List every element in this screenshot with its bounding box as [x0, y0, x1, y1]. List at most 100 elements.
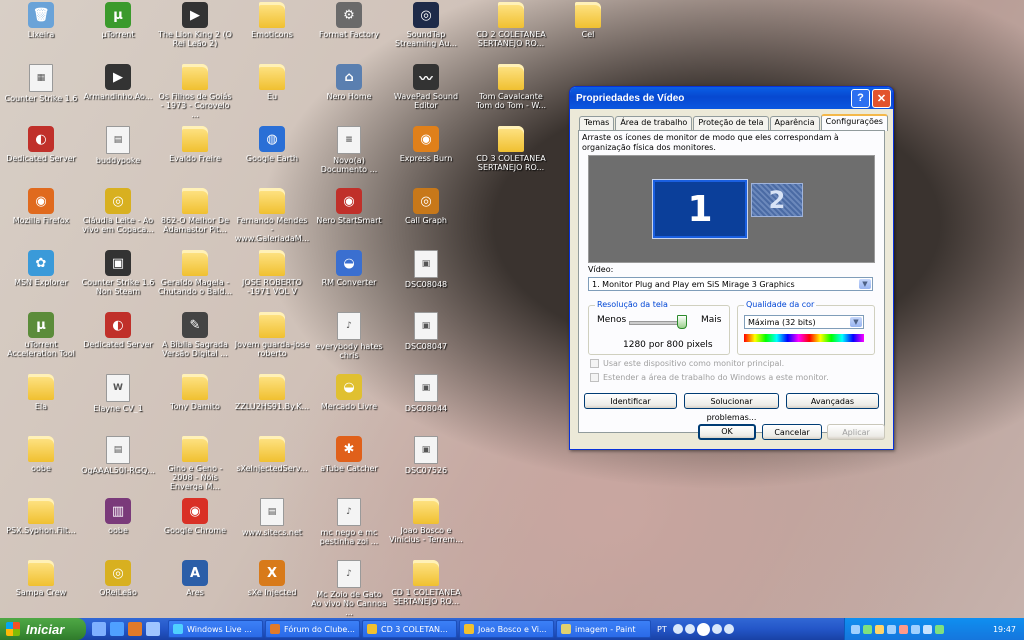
desktop-icon[interactable]: ◎ OReiLeão — [80, 560, 156, 597]
taskbar-button-paint[interactable]: imagem - Paint — [556, 620, 651, 638]
desktop-icon[interactable]: ◉ Express Burn — [388, 126, 464, 163]
desktop-icon[interactable]: JOSE ROBERTO -1971 VOL V — [234, 250, 310, 296]
tab-aparencia[interactable]: Aparência — [769, 116, 820, 130]
desktop-icon[interactable]: ✿ MSN Explorer — [3, 250, 79, 287]
dialog-titlebar[interactable]: Propriedades de Vídeo ? ✕ — [570, 87, 893, 109]
desktop-icon[interactable]: Tony Damito — [157, 374, 233, 411]
start-button[interactable]: Iniciar — [0, 618, 86, 640]
desktop-icon[interactable]: ▶ Armandinho.Ao... — [80, 64, 156, 101]
tray-icon[interactable] — [911, 624, 920, 634]
desktop-icon[interactable]: ≡ Novo(a) Documento ... — [311, 126, 387, 174]
language-indicator[interactable]: PT — [657, 625, 667, 634]
desktop-icon[interactable]: Geraldo Magela - Chutando o Bald... — [157, 250, 233, 296]
firefox-icon[interactable] — [128, 622, 142, 636]
desktop-icon[interactable]: Emoticons — [234, 2, 310, 39]
desktop-icon[interactable]: PSX.Syphon.Filt... — [3, 498, 79, 535]
desktop-icon[interactable]: ◉ Google Chrome — [157, 498, 233, 535]
resolution-slider-thumb[interactable] — [677, 315, 687, 329]
tray-icon[interactable] — [875, 624, 884, 634]
tab-temas[interactable]: Temas — [579, 116, 615, 130]
desktop-icon[interactable]: ▣ DSC08047 — [388, 312, 464, 351]
help-icon[interactable]: ? — [851, 88, 870, 108]
monitor-1[interactable]: 1 — [652, 179, 748, 239]
desktop-icon[interactable]: Cel — [550, 2, 626, 39]
monitor-2[interactable]: 2 — [751, 183, 803, 217]
desktop-icon[interactable]: ◉ Mozilla Firefox — [3, 188, 79, 225]
desktop-icon[interactable]: ⚙ Format Factory — [311, 2, 387, 39]
stop-icon[interactable] — [672, 624, 683, 634]
desktop-icon[interactable]: Os Filhos de Goiás - 1973 - Corovelo ... — [157, 64, 233, 119]
desktop-icon[interactable]: 🗑 Lixeira — [3, 2, 79, 39]
desktop-icon[interactable]: ◎ Cláudia Leite - Ao vivo em Copaca... — [80, 188, 156, 234]
desktop-icon[interactable]: ▦ Counter Strike 1.6 — [3, 64, 79, 103]
desktop-icon[interactable]: ▤ OgAAAL50I-RGQ... — [80, 436, 156, 475]
messenger-icon[interactable] — [92, 622, 106, 636]
desktop-icon[interactable]: 862-O Melhor De Adamastor Pit... — [157, 188, 233, 234]
extend-desktop-checkbox[interactable]: Estender a área de trabalho do Windows a… — [590, 373, 829, 382]
checkbox-icon[interactable] — [590, 373, 599, 382]
apply-button[interactable]: Aplicar — [827, 424, 885, 440]
desktop-icon[interactable]: Gino e Geno - 2008 - Nóis Enverga M... — [157, 436, 233, 491]
desktop-icon[interactable]: XsXe Injected — [234, 560, 310, 597]
desktop-icon[interactable]: W Elayne CV_1 — [80, 374, 156, 413]
desktop-icon[interactable]: CD 1 COLETANEA SERTANEJO RO... — [388, 560, 464, 606]
close-icon[interactable]: ✕ — [872, 88, 891, 108]
desktop-icon[interactable]: ▣ Counter Strike 1.6 Non Steam — [80, 250, 156, 296]
desktop-icon[interactable]: ▣ DSC08048 — [388, 250, 464, 289]
tray-icon[interactable] — [899, 624, 908, 634]
desktop-icon[interactable]: Sampa Crew — [3, 560, 79, 597]
tray-icon[interactable] — [887, 624, 896, 634]
desktop-icon[interactable]: ◉ Nero StartSmart — [311, 188, 387, 225]
desktop-icon[interactable]: ▤ buddypoke — [80, 126, 156, 165]
advanced-button[interactable]: Avançadas — [786, 393, 879, 409]
desktop-icon[interactable]: Eu — [234, 64, 310, 101]
desktop-icon[interactable]: ▶ The Lion King 2 (O Rei Leão 2) — [157, 2, 233, 48]
desktop-icon[interactable]: ✱ aTube Catcher — [311, 436, 387, 473]
desktop-icon[interactable]: ◍ Google Earth — [234, 126, 310, 163]
cancel-button[interactable]: Cancelar — [762, 424, 822, 440]
taskbar-button-cd3[interactable]: CD 3 COLETAN... — [362, 620, 457, 638]
desktop-icon[interactable]: 〰 WavePad Sound Editor — [388, 64, 464, 110]
taskbar-button-windows-live[interactable]: Windows Live ... — [168, 620, 263, 638]
clock[interactable]: 19:47 — [993, 625, 1016, 634]
tab-protecao-de-tela[interactable]: Proteção de tela — [693, 116, 769, 130]
desktop-icon[interactable]: Fernando Mendes - www.GaleriadaM... — [234, 188, 310, 243]
chevron-down-icon[interactable]: ▼ — [859, 279, 871, 289]
previous-icon[interactable] — [684, 624, 695, 634]
desktop-icon[interactable]: ♪ mc nego e mc pestinha zoi ... — [311, 498, 387, 546]
desktop-icon[interactable]: Tom Cavalcante Tom do Tom - W... — [473, 64, 549, 110]
desktop-icon[interactable]: Jovem guarda-jose roberto — [234, 312, 310, 358]
desktop-icon[interactable]: oobe — [3, 436, 79, 473]
desktop-icon[interactable]: ◒ Mercado Livre — [311, 374, 387, 411]
taskbar-button-joao-bosco[interactable]: Joao Bosco e Vi... — [459, 620, 554, 638]
tab-area-de-trabalho[interactable]: Área de trabalho — [615, 116, 693, 130]
desktop-icon[interactable]: ◐ Dedicated Server — [80, 312, 156, 349]
troubleshoot-button[interactable]: Solucionar problemas... — [684, 393, 779, 422]
color-quality-dropdown[interactable]: Máxima (32 bits) ▼ — [744, 315, 864, 329]
tray-icon[interactable] — [935, 624, 944, 634]
checkbox-icon[interactable] — [590, 359, 599, 368]
desktop-icon[interactable]: μ µTorrent — [80, 2, 156, 39]
tray-icon[interactable] — [863, 624, 872, 634]
volume-icon[interactable] — [723, 624, 734, 634]
desktop-icon[interactable]: ▣ DSC07526 — [388, 436, 464, 475]
desktop-icon[interactable]: A Ares — [157, 560, 233, 597]
desktop-icon[interactable]: ◒ RM Converter — [311, 250, 387, 287]
ok-button[interactable]: OK — [698, 424, 756, 440]
taskbar-button-forum[interactable]: Fórum do Clube... — [265, 620, 360, 638]
tray-icon[interactable] — [851, 624, 860, 634]
chevron-down-icon[interactable]: ▼ — [850, 317, 862, 327]
desktop-icon[interactable]: CD 3 COLETANEA SERTANEJO RO... — [473, 126, 549, 172]
desktop-icon[interactable]: ◎ Call Graph — [388, 188, 464, 225]
desktop-icon[interactable]: ◎ SoundTap Streaming Au... — [388, 2, 464, 48]
primary-monitor-checkbox[interactable]: Usar este dispositivo como monitor princ… — [590, 359, 784, 368]
play-icon[interactable] — [696, 622, 710, 636]
internet-explorer-icon[interactable] — [110, 622, 124, 636]
desktop-icon[interactable]: ✎ A Bíblia Sagrada Versão Digital ... — [157, 312, 233, 358]
desktop-icon[interactable]: Ela — [3, 374, 79, 411]
desktop-icon[interactable]: μ uTorrent Acceleration Tool — [3, 312, 79, 358]
desktop-icon[interactable]: CD 2 COLETANEA SERTANEJO RO... — [473, 2, 549, 48]
identify-button[interactable]: Identificar — [584, 393, 677, 409]
desktop-icon[interactable]: ♪ everybody hates chris — [311, 312, 387, 360]
desktop-icon[interactable]: ZZLU2HS91.By.K... — [234, 374, 310, 411]
